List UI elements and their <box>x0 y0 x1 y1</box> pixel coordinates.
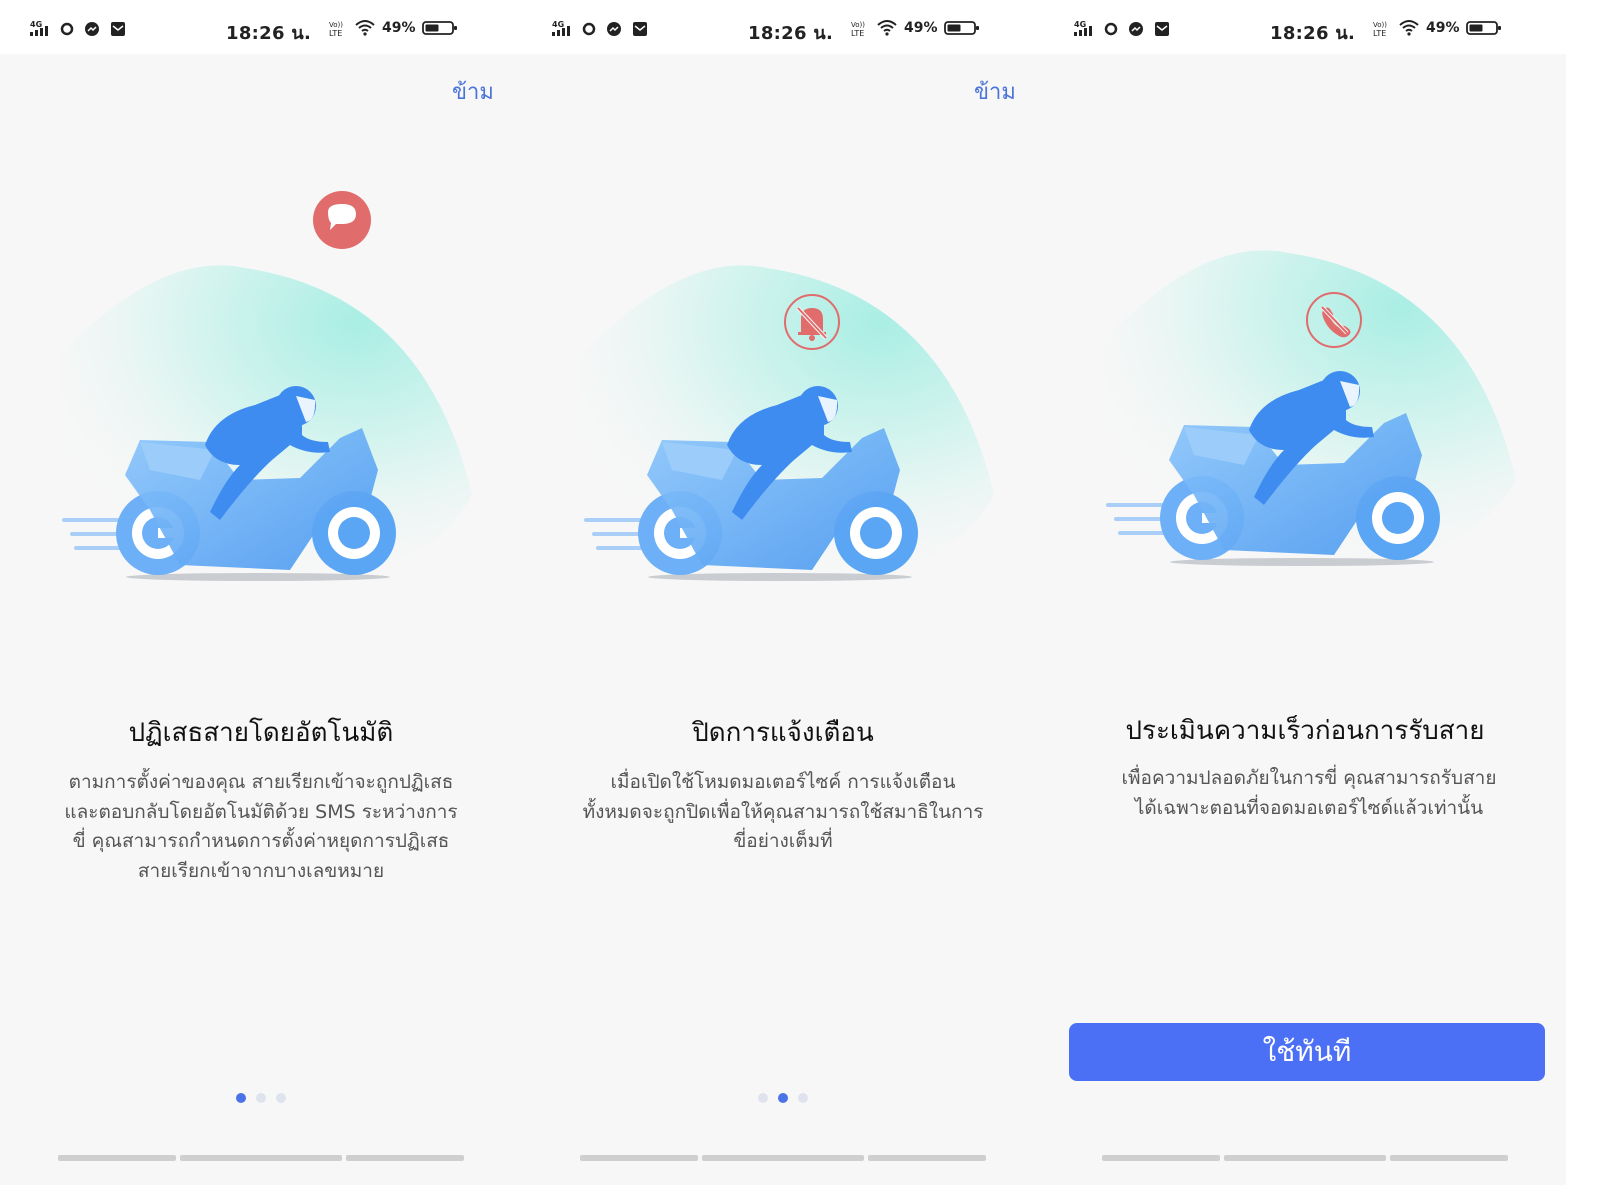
messenger-icon <box>84 21 100 37</box>
status-bar: 4G 18:26 น. Vo)) LTE 49% <box>1044 0 1566 54</box>
volte-bottom-label: LTE <box>1373 29 1386 37</box>
page-indicator <box>0 1093 522 1103</box>
battery-percent: 49% <box>1426 20 1460 36</box>
battery-percent: 49% <box>904 20 938 36</box>
message-icon <box>313 191 371 249</box>
network-label: 4G <box>552 20 564 29</box>
slide-title: ปิดการแจ้งเตือน <box>692 718 874 748</box>
circle-icon <box>582 22 596 36</box>
slide-description: ตามการตั้งค่าของคุณ สายเรียกเข้าจะถูกปฏิ… <box>64 771 458 882</box>
volte-bottom-label: LTE <box>329 29 342 37</box>
skip-button[interactable]: ข้าม <box>974 74 1016 109</box>
clock: 18:26 น. <box>748 23 834 44</box>
battery-icon <box>421 20 458 36</box>
mail-icon <box>110 21 126 37</box>
page-dot-2[interactable] <box>778 1093 788 1103</box>
motorcycle-illustration <box>40 180 500 600</box>
volte-icon: Vo)) LTE <box>328 19 348 37</box>
slide-title: ประเมินความเร็วก่อนการรับสาย <box>1125 716 1485 746</box>
network-label: 4G <box>30 20 42 29</box>
wifi-icon <box>354 19 376 37</box>
use-now-button[interactable]: ใช้ทันที <box>1069 1023 1545 1081</box>
signal-4g-icon: 4G <box>28 20 50 38</box>
messenger-icon <box>1128 21 1144 37</box>
battery-icon <box>943 20 980 36</box>
circle-icon <box>60 22 74 36</box>
signal-4g-icon: 4G <box>550 20 572 38</box>
mail-icon <box>1154 21 1170 37</box>
clock: 18:26 น. <box>226 23 312 44</box>
skip-button[interactable]: ข้าม <box>452 74 494 109</box>
signal-4g-icon: 4G <box>1072 20 1094 38</box>
slide-description: เมื่อเปิดใช้โหมดมอเตอร์ไซค์ การแจ้งเตือน… <box>582 771 984 852</box>
page-indicator <box>522 1093 1044 1103</box>
nav-bar <box>580 1155 986 1161</box>
page-dot-2[interactable] <box>256 1093 266 1103</box>
nav-bar <box>1102 1155 1508 1161</box>
volte-top-label: Vo)) <box>851 21 865 29</box>
battery-percent: 49% <box>382 20 416 36</box>
onboarding-screen-3: 4G 18:26 น. Vo)) LTE 49% ประเมินความเร็วก… <box>1044 0 1566 1185</box>
volte-top-label: Vo)) <box>329 21 343 29</box>
status-bar: 4G 18:26 น. Vo)) LTE 49% <box>0 0 522 54</box>
page-dot-3[interactable] <box>276 1093 286 1103</box>
motorcycle-illustration <box>1084 165 1544 585</box>
onboarding-screen-1: 4G 18:26 น. Vo)) LTE 49% ข้าม ปฏิเสธสายโด… <box>0 0 522 1185</box>
volte-icon: Vo)) LTE <box>1372 19 1392 37</box>
onboarding-screen-2: 4G 18:26 น. Vo)) LTE 49% ข้าม ปิดการแจ้ง… <box>522 0 1044 1185</box>
messenger-icon <box>606 21 622 37</box>
status-bar: 4G 18:26 น. Vo)) LTE 49% <box>522 0 1044 54</box>
slide-title: ปฏิเสธสายโดยอัตโนมัติ <box>128 718 394 748</box>
volte-bottom-label: LTE <box>851 29 864 37</box>
wifi-icon <box>876 19 898 37</box>
wifi-icon <box>1398 19 1420 37</box>
battery-icon <box>1465 20 1502 36</box>
circle-icon <box>1104 22 1118 36</box>
page-dot-3[interactable] <box>798 1093 808 1103</box>
mail-icon <box>632 21 648 37</box>
page-dot-1[interactable] <box>236 1093 246 1103</box>
network-label: 4G <box>1074 20 1086 29</box>
motorcycle-illustration <box>562 180 1022 600</box>
page-dot-1[interactable] <box>758 1093 768 1103</box>
nav-bar <box>58 1155 464 1161</box>
slide-description: เพื่อความปลอดภัยในการขี่ คุณสามารถรับสาย… <box>1121 767 1497 819</box>
volte-top-label: Vo)) <box>1373 21 1387 29</box>
volte-icon: Vo)) LTE <box>850 19 870 37</box>
clock: 18:26 น. <box>1270 23 1356 44</box>
